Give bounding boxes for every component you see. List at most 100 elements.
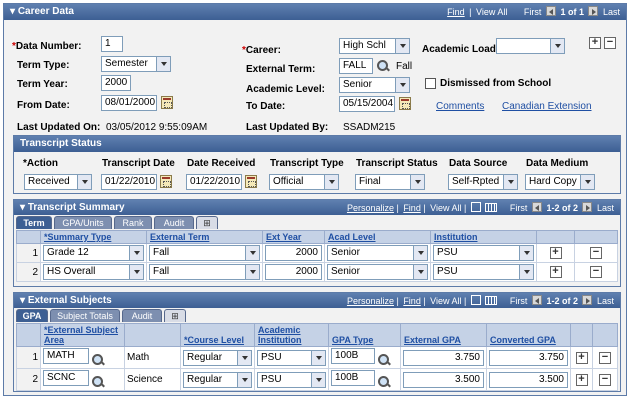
tab-gpa-units[interactable]: GPA/Units (54, 216, 112, 229)
data-number-input[interactable]: 1 (101, 36, 123, 52)
calendar-icon[interactable] (160, 175, 172, 188)
col-external-term[interactable]: External Term (146, 230, 263, 244)
download-icon[interactable] (470, 295, 481, 305)
summary-type-select[interactable]: HS Overall (43, 264, 144, 280)
next-arrow-icon[interactable] (588, 6, 599, 16)
tab-subject-totals[interactable]: Subject Totals (50, 309, 120, 322)
col-acad-level[interactable]: Acad Level (324, 230, 431, 244)
date-received-input[interactable]: 01/22/2010 (186, 174, 242, 190)
delete-row-icon[interactable]: − (599, 373, 611, 386)
external-gpa-input[interactable]: 3.500 (403, 371, 484, 388)
find-link[interactable]: Find (447, 7, 465, 17)
external-term-select[interactable]: Fall (149, 264, 260, 280)
transcript-date-input[interactable]: 01/22/2010 (101, 174, 157, 190)
col-converted-gpa[interactable]: Converted GPA (486, 323, 571, 347)
summary-type-select[interactable]: Grade 12 (43, 245, 144, 261)
delete-row-icon[interactable]: − (590, 247, 602, 259)
add-row-icon[interactable]: + (575, 351, 588, 364)
converted-gpa-input[interactable]: 3.500 (489, 371, 568, 388)
action-select[interactable]: Received (24, 174, 92, 190)
table-row: 1 Grade 12 Fall 2000 Senior PSU + − (16, 243, 618, 263)
lookup-icon[interactable] (91, 353, 105, 367)
show-all-columns-icon[interactable]: ⊞ (164, 309, 186, 322)
prev-arrow-icon[interactable] (545, 6, 556, 16)
prev-arrow-icon[interactable] (531, 202, 542, 212)
term-type-select[interactable]: Semester (101, 56, 171, 72)
academic-load-select[interactable] (496, 38, 565, 54)
prev-arrow-icon[interactable] (531, 295, 542, 305)
delete-row-icon[interactable]: − (599, 351, 611, 364)
ext-year-input[interactable]: 2000 (265, 264, 322, 280)
tab-gpa[interactable]: GPA (16, 309, 48, 322)
col-summary-type[interactable]: *Summary Type (40, 230, 147, 244)
view-all-link[interactable]: View All (430, 296, 461, 306)
tab-audit[interactable]: Audit (154, 216, 194, 229)
col-ext-year[interactable]: Ext Year (262, 230, 325, 244)
col-institution[interactable]: Institution (430, 230, 537, 244)
tab-rank[interactable]: Rank (114, 216, 152, 229)
transcript-type-select[interactable]: Official (269, 174, 339, 190)
career-select[interactable]: High Schl (339, 38, 410, 54)
term-year-input[interactable]: 2000 (101, 75, 131, 91)
calendar-icon[interactable] (245, 175, 257, 188)
add-row-icon[interactable]: + (589, 37, 601, 49)
calendar-icon[interactable] (161, 96, 173, 109)
view-all-link[interactable]: View All (430, 203, 461, 213)
subject-area-input[interactable]: SCNC (43, 370, 89, 386)
gpa-type-input[interactable]: 100B (331, 370, 375, 386)
show-all-columns-icon[interactable]: ⊞ (196, 216, 218, 229)
delete-row-icon[interactable]: − (604, 37, 616, 49)
delete-row-icon[interactable]: − (590, 266, 602, 278)
converted-gpa-input[interactable]: 3.750 (489, 349, 568, 366)
course-level-select[interactable]: Regular (183, 371, 252, 388)
col-course-level[interactable]: *Course Level (180, 323, 255, 347)
find-link[interactable]: Find (403, 296, 421, 306)
data-medium-select[interactable]: Hard Copy (525, 174, 595, 190)
academic-institution-select[interactable]: PSU (257, 349, 326, 366)
col-external-gpa[interactable]: External GPA (400, 323, 487, 347)
external-gpa-input[interactable]: 3.750 (403, 349, 484, 366)
transcript-status-select[interactable]: Final (355, 174, 425, 190)
lookup-icon[interactable] (377, 353, 391, 367)
data-source-select[interactable]: Self-Rpted (448, 174, 518, 190)
dismissed-checkbox[interactable] (425, 78, 436, 89)
view-all-link[interactable]: View All (476, 7, 507, 17)
ext-year-input[interactable]: 2000 (265, 245, 322, 261)
to-date-input[interactable]: 05/15/2004 (339, 96, 395, 112)
col-external-subject-area[interactable]: *External Subject Area (40, 323, 125, 347)
download-icon[interactable] (470, 202, 481, 212)
institution-select[interactable]: PSU (433, 245, 534, 261)
personalize-link[interactable]: Personalize (347, 203, 394, 213)
lookup-icon[interactable] (377, 375, 391, 389)
grid-view-icon[interactable] (485, 203, 498, 212)
external-term-input[interactable]: FALL (339, 58, 373, 74)
col-academic-institution[interactable]: Academic Institution (254, 323, 329, 347)
add-row-icon[interactable]: + (549, 247, 562, 259)
col-gpa-type[interactable]: GPA Type (328, 323, 401, 347)
find-link[interactable]: Find (403, 203, 421, 213)
subject-area-input[interactable]: MATH (43, 348, 89, 364)
add-row-icon[interactable]: + (549, 266, 562, 278)
lookup-icon[interactable] (91, 375, 105, 389)
acad-level-select[interactable]: Senior (327, 245, 428, 261)
grid-view-icon[interactable] (485, 296, 498, 305)
external-subjects-grid: *External Subject Area *Course Level Aca… (16, 323, 618, 391)
next-arrow-icon[interactable] (582, 202, 593, 212)
tab-audit[interactable]: Audit (122, 309, 162, 322)
tab-term[interactable]: Term (16, 216, 52, 229)
gpa-type-input[interactable]: 100B (331, 348, 375, 364)
personalize-link[interactable]: Personalize (347, 296, 394, 306)
academic-institution-select[interactable]: PSU (257, 371, 326, 388)
institution-select[interactable]: PSU (433, 264, 534, 280)
canadian-extension-link[interactable]: Canadian Extension (502, 101, 592, 112)
from-date-input[interactable]: 08/01/2000 (101, 95, 157, 111)
academic-level-select[interactable]: Senior (339, 77, 410, 93)
course-level-select[interactable]: Regular (183, 349, 252, 366)
external-term-select[interactable]: Fall (149, 245, 260, 261)
next-arrow-icon[interactable] (582, 295, 593, 305)
comments-link[interactable]: Comments (436, 101, 484, 112)
lookup-icon[interactable] (376, 59, 390, 73)
add-row-icon[interactable]: + (575, 373, 588, 386)
acad-level-select[interactable]: Senior (327, 264, 428, 280)
calendar-icon[interactable] (399, 97, 411, 110)
